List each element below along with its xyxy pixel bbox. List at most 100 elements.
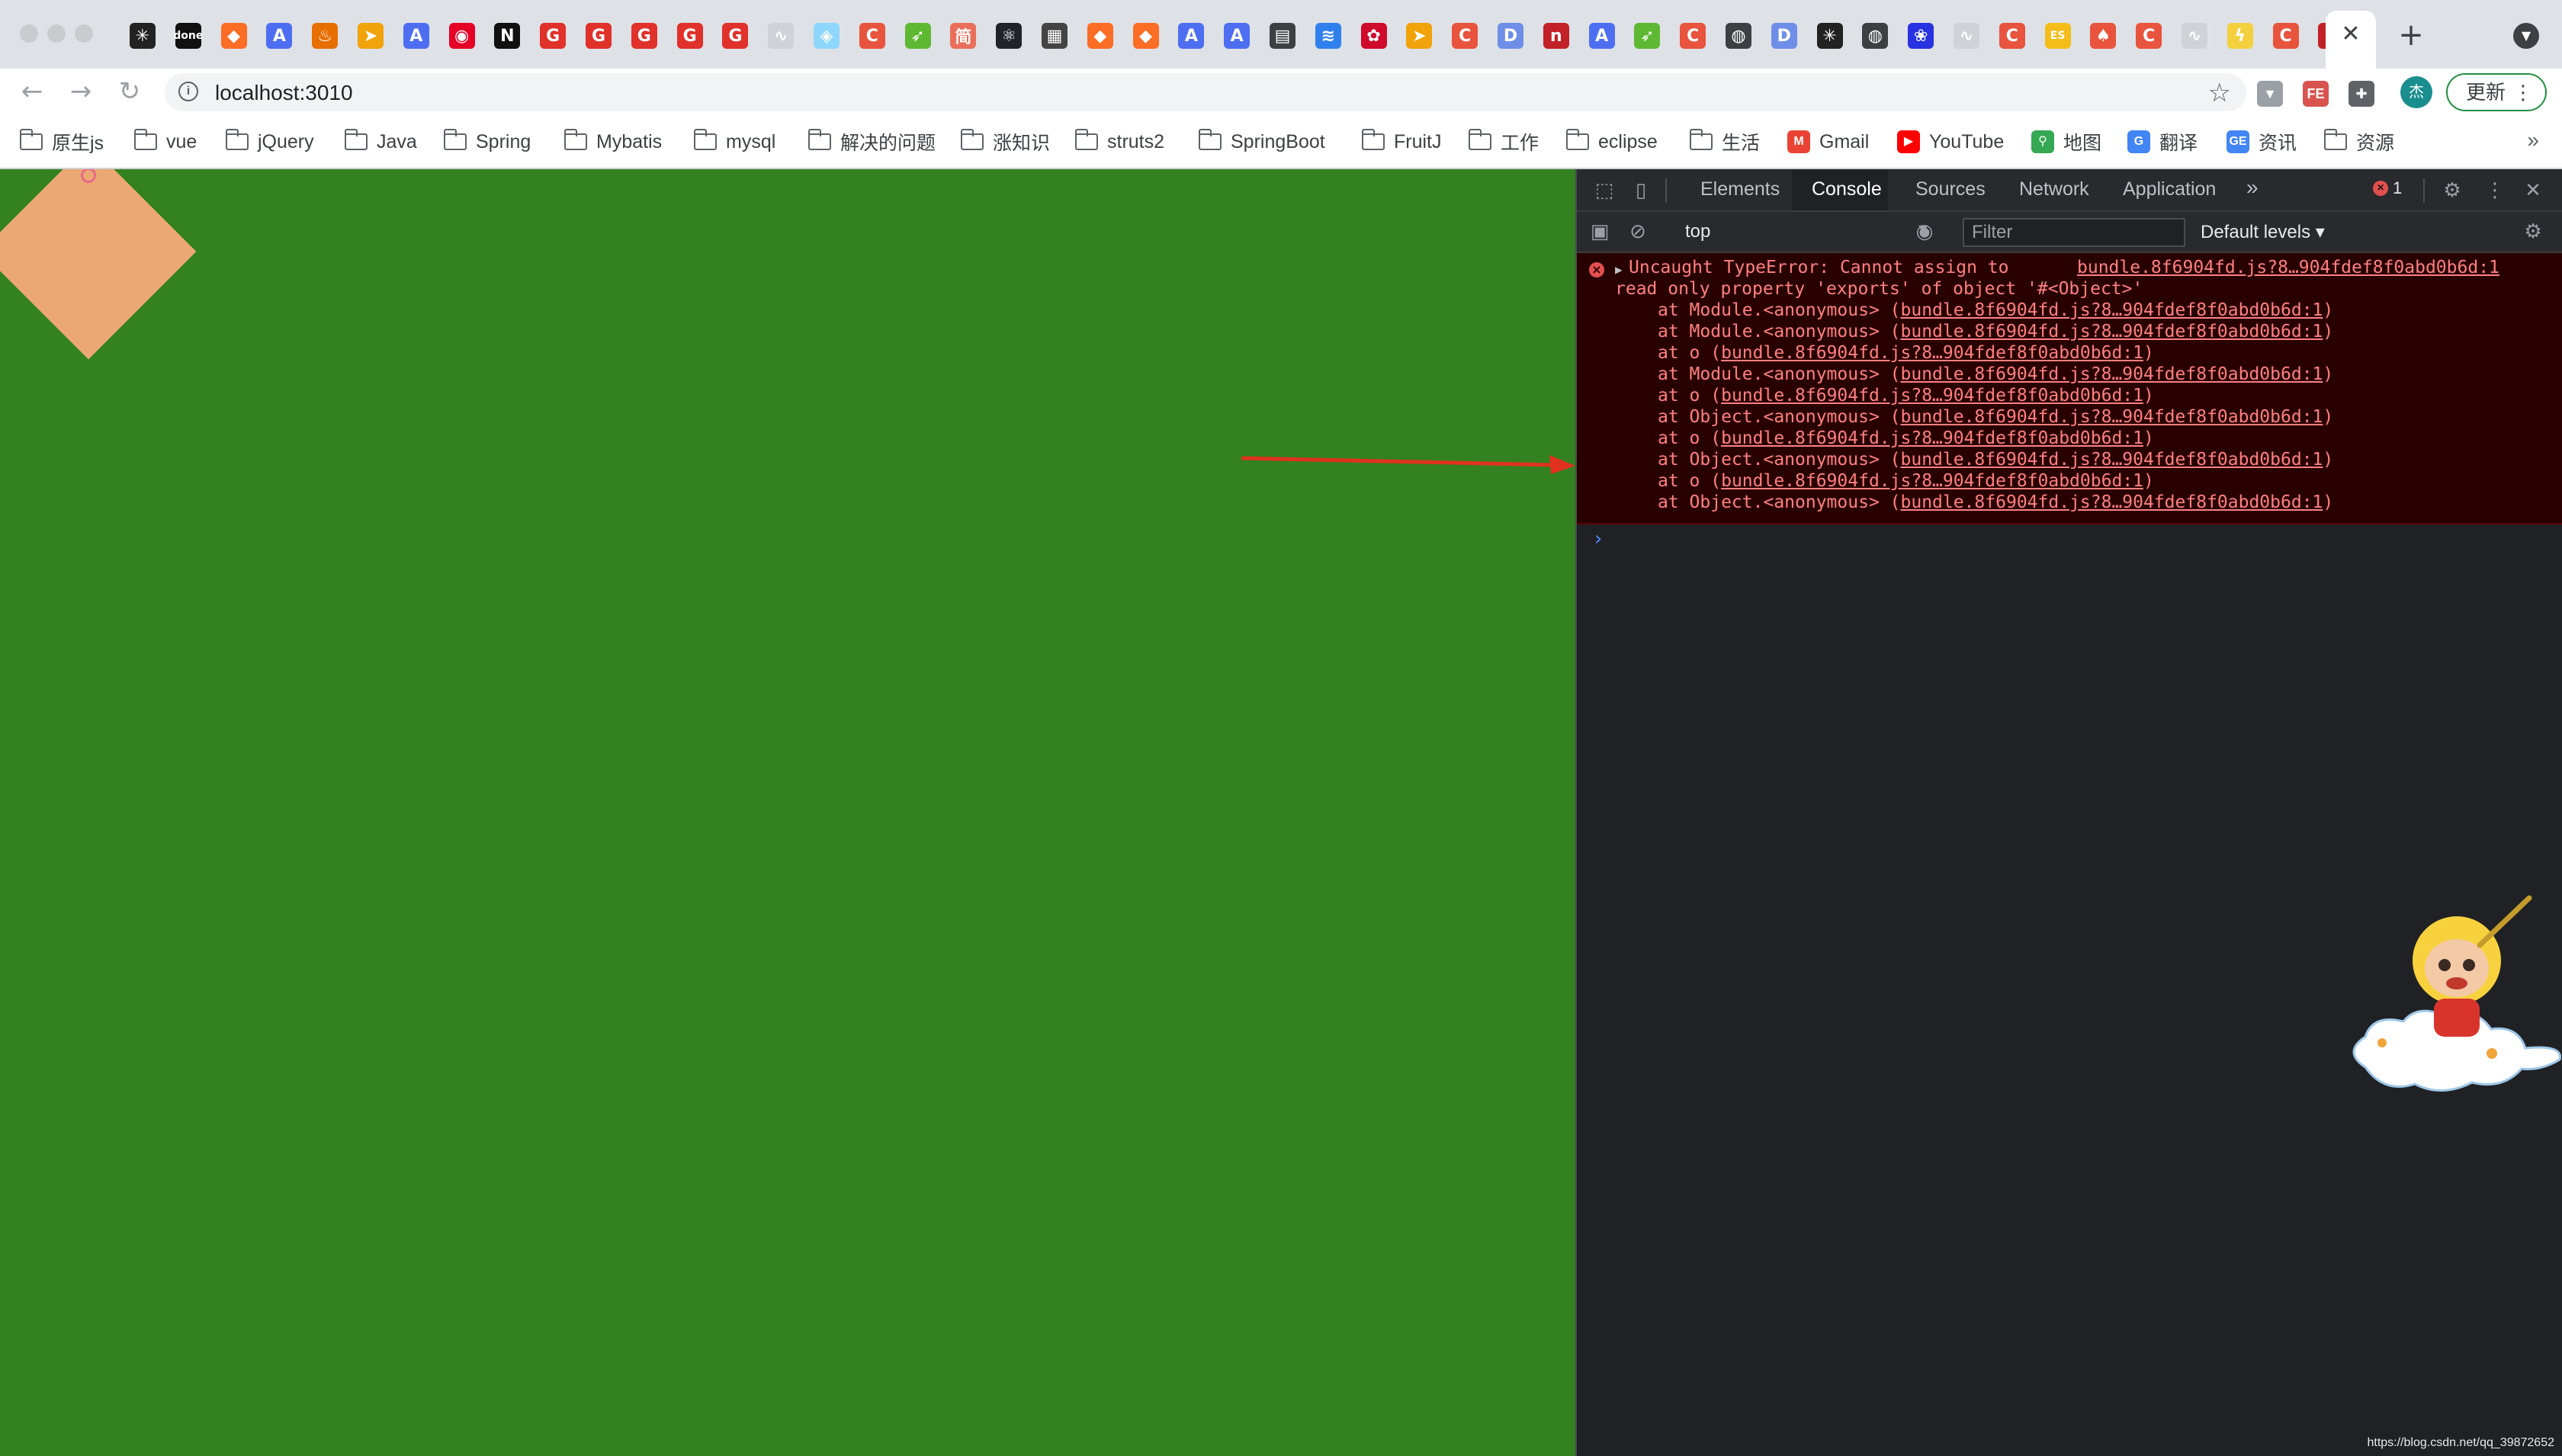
gitlab-icon[interactable]: ◆ [220,23,247,49]
eye-icon[interactable]: ◉ [1914,221,1935,242]
bookmark-item[interactable]: 工作 [1468,128,1539,156]
c-letter-icon[interactable]: C [1452,23,1478,49]
inspect-element-icon[interactable]: ⬚ [1594,180,1615,201]
n-letter-icon[interactable]: N [494,23,521,49]
react-icon[interactable]: ⚛ [996,23,1023,49]
bookmark-item[interactable]: struts2 [1074,128,1164,156]
leaf-icon[interactable]: ➶ [1634,23,1661,49]
tab-elements[interactable]: Elements [1700,178,1780,200]
a-letter-icon[interactable]: A [1224,23,1250,49]
bird-icon[interactable]: ∿ [1954,23,1979,49]
console-filter-input[interactable]: Filter [1963,218,2185,247]
tab-close-icon[interactable]: ✕ [2339,23,2362,46]
bookmark-item[interactable]: 涨知识 [960,128,1050,156]
address-url[interactable]: localhost:3010 [215,81,353,105]
java-icon[interactable]: ♨ [312,23,339,49]
leaf-icon[interactable]: ➤ [358,23,384,49]
sidebar-toggle-icon[interactable]: ▣ [1589,221,1610,242]
fe-helper-icon[interactable]: FE [2303,81,2329,107]
tab-console[interactable]: Console [1812,178,1882,200]
update-button[interactable]: 更新 ⋮ [2446,73,2547,111]
a-letter-icon[interactable]: A [266,23,293,49]
stack-frame-link[interactable]: bundle.8f6904fd.js?8…904fdef8f0abd0b6d:1 [1721,386,2143,406]
tab-search-icon[interactable]: ▼ [2513,23,2539,49]
bookmark-item[interactable]: vue [133,128,197,156]
stack-frame-link[interactable]: bundle.8f6904fd.js?8…904fdef8f0abd0b6d:1 [1721,343,2143,363]
site-info-icon[interactable]: i [178,82,198,101]
clear-console-icon[interactable]: ⊘ [1627,221,1649,242]
settings-gear-icon[interactable]: ⚙ [2442,180,2463,201]
leaf-icon[interactable]: ➤ [1406,23,1433,49]
globe-icon[interactable]: ◍ [1726,23,1751,49]
window-close-button[interactable] [20,24,38,43]
bookmarks-overflow-icon[interactable]: » [2527,128,2539,152]
grid-icon[interactable]: ▦ [1042,23,1068,49]
jianshu-icon[interactable]: 简 [950,23,977,49]
stack-frame-link[interactable]: bundle.8f6904fd.js?8…904fdef8f0abd0b6d:1 [1721,471,2143,491]
g-icon[interactable]: G [586,23,612,49]
bookmark-item[interactable]: 资源 [2323,128,2394,156]
stack-frame-link[interactable]: bundle.8f6904fd.js?8…904fdef8f0abd0b6d:1 [1901,300,2323,320]
bookmark-item[interactable]: GE 资讯 [2226,128,2297,156]
tab-sources[interactable]: Sources [1915,178,1986,200]
d-letter-icon[interactable]: D [1498,23,1523,49]
bookmark-item[interactable]: M Gmail [1787,128,1869,156]
bookmark-item[interactable]: 生活 [1689,128,1760,156]
c-letter-icon[interactable]: C [1999,23,2025,49]
n-letter-icon[interactable]: n [1543,23,1569,49]
log-levels-dropdown[interactable]: Default levels ▾ [2201,221,2325,243]
bird-icon[interactable]: ∿ [768,23,795,49]
bookmark-item[interactable]: 原生js [19,128,104,156]
stack-frame-link[interactable]: bundle.8f6904fd.js?8…904fdef8f0abd0b6d:1 [1901,322,2323,342]
error-count-badge[interactable]: × 1 [2373,178,2402,198]
a-letter-icon[interactable]: A [1588,23,1615,49]
device-toolbar-icon[interactable]: ▯ [1630,180,1652,201]
error-source-link[interactable]: bundle.8f6904fd.js?8…904fdef8f0abd0b6d:1 [2077,258,2499,277]
doc-icon[interactable]: ▤ [1270,23,1295,49]
stack-frame-link[interactable]: bundle.8f6904fd.js?8…904fdef8f0abd0b6d:1 [1721,428,2143,448]
kebab-menu-icon[interactable]: ⋮ [2484,180,2506,201]
netease-icon[interactable]: ◉ [448,23,475,49]
bookmark-item[interactable]: 解决的问题 [807,128,936,156]
bookmark-star-icon[interactable]: ☆ [2208,78,2231,108]
puzzle-icon[interactable]: ✚ [2348,81,2374,107]
c-letter-icon[interactable]: C [1680,23,1706,49]
sunburst-icon[interactable]: ✳ [130,23,156,49]
reload-icon[interactable]: ↻ [114,76,145,107]
gitlab-icon[interactable]: ◆ [1132,23,1159,49]
d-letter-icon[interactable]: D [1771,23,1797,49]
bookmark-item[interactable]: SpringBoot [1198,128,1325,156]
address-bar[interactable]: i localhost:3010 ☆ [165,73,2246,111]
c-letter-icon[interactable]: C [2272,23,2299,49]
g-icon[interactable]: G [722,23,749,49]
tab-network[interactable]: Network [2019,178,2089,200]
fire-icon[interactable]: ♠ [2090,23,2117,49]
new-tab-button[interactable]: + [2394,18,2428,52]
paw-icon[interactable]: ❀ [1908,23,1934,49]
bookmark-item[interactable]: Java [344,128,417,156]
close-devtools-icon[interactable]: ✕ [2522,180,2544,201]
bird-icon[interactable]: ∿ [2182,23,2207,49]
profile-avatar[interactable]: 杰 [2400,76,2432,108]
g-icon[interactable]: G [631,23,657,49]
webpack-icon[interactable]: ◈ [814,23,840,49]
bookmark-item[interactable]: ▶ YouTube [1897,128,2004,156]
window-maximize-button[interactable] [75,24,93,43]
g-icon[interactable]: G [676,23,703,49]
vue-devtools-icon[interactable]: ▼ [2257,81,2283,107]
bookmark-item[interactable]: Mybatis [563,128,662,156]
bolt-icon[interactable]: ϟ [2226,23,2253,49]
bookmark-item[interactable]: G 翻译 [2127,128,2198,156]
bookmark-item[interactable]: jQuery [225,128,314,156]
expand-triangle-icon[interactable]: ▶ [1615,262,1623,277]
es-icon[interactable]: ES [2044,23,2071,49]
c-letter-icon[interactable]: C [2136,23,2162,49]
globe-icon[interactable]: ◍ [1862,23,1889,49]
window-minimize-button[interactable] [47,24,66,43]
console-settings-icon[interactable]: ⚙ [2522,221,2544,242]
console-prompt[interactable]: › [1592,528,1604,550]
leaf-icon[interactable]: ➶ [904,23,931,49]
bookmark-item[interactable]: eclipse [1565,128,1658,156]
stack-frame-link[interactable]: bundle.8f6904fd.js?8…904fdef8f0abd0b6d:1 [1901,364,2323,384]
a-letter-icon[interactable]: A [1178,23,1205,49]
